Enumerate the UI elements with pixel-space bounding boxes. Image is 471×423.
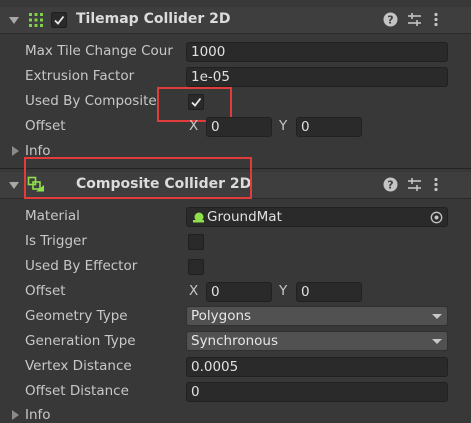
material-object-field[interactable]: GroundMat bbox=[186, 207, 448, 227]
offset-x-field[interactable]: 0 bbox=[206, 282, 272, 302]
offset-y-field[interactable]: 0 bbox=[296, 282, 362, 302]
generation-type-label: Generation Type bbox=[25, 333, 136, 349]
offset-y-field[interactable]: 0 bbox=[296, 117, 362, 137]
offset-distance-label: Offset Distance bbox=[25, 383, 129, 399]
used-by-effector-checkbox[interactable] bbox=[188, 259, 204, 275]
fold-arrow-icon[interactable] bbox=[12, 146, 19, 156]
vertex-distance-field[interactable]: 0.0005 bbox=[186, 357, 448, 377]
svg-text:?: ? bbox=[387, 14, 393, 27]
highlight-box-composite-header bbox=[24, 157, 252, 199]
svg-text:?: ? bbox=[387, 179, 393, 192]
offset-y-axis-label: Y bbox=[279, 118, 288, 134]
fold-arrow-icon[interactable] bbox=[9, 182, 19, 189]
used-by-composite-label: Used By Composite bbox=[25, 93, 157, 109]
fold-arrow-icon[interactable] bbox=[12, 410, 19, 420]
used-by-effector-label: Used By Effector bbox=[25, 258, 138, 274]
info-foldout[interactable]: Info bbox=[25, 407, 51, 423]
generation-type-dropdown[interactable]: Synchronous bbox=[186, 331, 448, 351]
physics-material-icon bbox=[193, 212, 204, 223]
fold-arrow-icon[interactable] bbox=[9, 17, 19, 24]
offset-y-axis-label: Y bbox=[279, 283, 288, 299]
offset-x-field[interactable]: 0 bbox=[206, 117, 272, 137]
geometry-type-value: Polygons bbox=[191, 308, 252, 324]
material-label: Material bbox=[25, 208, 80, 224]
max-tile-change-label: Max Tile Change Cour bbox=[25, 43, 173, 59]
tilemap-grid-icon bbox=[29, 13, 43, 27]
offset-x-axis-label: X bbox=[189, 118, 199, 134]
offset-x-axis-label: X bbox=[189, 283, 199, 299]
checkmark-icon bbox=[54, 15, 65, 25]
extrusion-factor-label: Extrusion Factor bbox=[25, 68, 135, 84]
generation-type-value: Synchronous bbox=[191, 333, 279, 349]
help-icon[interactable]: ? bbox=[383, 177, 398, 192]
component-title: Tilemap Collider 2D bbox=[76, 11, 231, 27]
chevron-down-icon bbox=[432, 339, 442, 344]
extrusion-factor-field[interactable]: 1e-05 bbox=[186, 67, 448, 87]
offset-label: Offset bbox=[25, 283, 66, 299]
max-tile-change-field[interactable]: 1000 bbox=[186, 42, 448, 62]
geometry-type-dropdown[interactable]: Polygons bbox=[186, 306, 448, 326]
offset-label: Offset bbox=[25, 118, 66, 134]
object-picker-icon[interactable] bbox=[430, 211, 443, 224]
geometry-type-label: Geometry Type bbox=[25, 308, 128, 324]
chevron-down-icon bbox=[432, 314, 442, 319]
more-menu-icon[interactable] bbox=[433, 12, 439, 27]
more-menu-icon[interactable] bbox=[433, 177, 439, 192]
offset-distance-field[interactable]: 0 bbox=[186, 382, 448, 402]
is-trigger-label: Is Trigger bbox=[25, 233, 87, 249]
tilemap-collider-header[interactable]: Tilemap Collider 2D ? bbox=[0, 7, 471, 34]
help-icon[interactable]: ? bbox=[383, 12, 398, 27]
material-value: GroundMat bbox=[207, 209, 282, 225]
vertex-distance-label: Vertex Distance bbox=[25, 358, 132, 374]
is-trigger-checkbox[interactable] bbox=[188, 234, 204, 250]
tilemap-enabled-checkbox[interactable] bbox=[51, 12, 67, 28]
presets-icon[interactable] bbox=[407, 177, 422, 192]
presets-icon[interactable] bbox=[407, 12, 422, 27]
